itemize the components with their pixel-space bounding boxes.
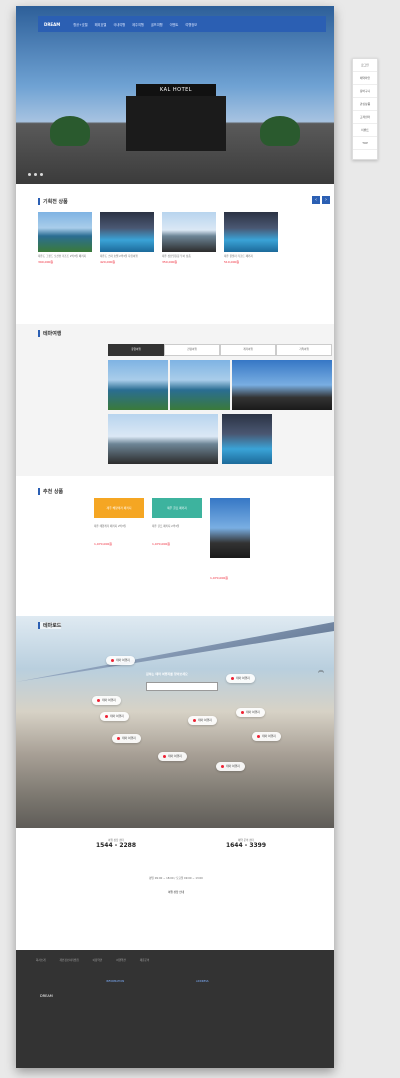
palm-tree-icon [260,116,300,146]
footer-link[interactable]: 여행약관 [116,958,126,962]
nav-item[interactable]: 국내여행 [113,22,125,27]
location-pin[interactable]: 테마 여행지 [236,708,265,717]
nav-item[interactable]: 골프여행 [151,22,163,27]
quick-item[interactable]: 고객센터 [353,111,377,124]
recommend-card[interactable]: 제주 해양레저 패키지 2박3일 1,070,000원 [94,524,144,574]
theme-tile[interactable] [170,360,230,410]
location-pin[interactable]: 테마 여행지 [158,752,187,761]
location-pin[interactable]: 테마 여행지 [188,716,217,725]
contact-phone: 1544 - 2288 [95,842,137,849]
info-title: INFORMATION [106,980,125,983]
product-image [162,212,216,252]
recommended-section: 추천 상품 제주 해양레저 패키지 제주 골프 패키지 제주 해양레저 패키지 … [16,484,334,610]
theme-road-section: 테마로드 원하는 테마 여행지를 찾아보세요 테마 여행지 테마 여행지 테마 … [16,616,334,828]
section-title: 기획전 상품 [38,198,68,205]
product-price: 510,000원 [224,260,240,265]
product-card[interactable]: 제주도 스파 호텔 2박3일 자유여행 420,000원 [100,212,154,264]
top-navigation: DREAM 항공+호텔 해외호텔 국내여행 제주여행 골프여행 이벤트 여행정보 [38,16,326,32]
recommend-image[interactable] [210,498,250,558]
quick-item[interactable]: 로그인 [353,59,377,72]
quick-item[interactable]: 관심상품 [353,98,377,111]
recommend-card[interactable]: 1,070,000원 [210,562,260,592]
footer-link[interactable]: 제휴문의 [140,958,150,962]
site-logo[interactable]: DREAM [44,22,60,27]
scroll-up-icon[interactable]: ︽ [318,668,324,674]
quick-menu: 로그인 예약확인 장바구니 관심상품 고객센터 이벤트 TOP [352,58,378,160]
tab-theme[interactable]: 가족여행 [276,344,332,356]
contact-section: 여행 상담 센터 1544 - 2288 예약 문의 센터 1644 - 339… [16,830,334,950]
recommend-badge: 제주 해양레저 패키지 [94,498,144,518]
location-pin[interactable]: 테마 여행지 [216,762,245,771]
product-desc: 제주 풀빌라 리조트 패키지 [224,255,253,258]
product-image [100,212,154,252]
hotel-sign: KAL HOTEL [136,84,216,96]
location-pin[interactable]: 테마 여행지 [252,732,281,741]
page-sheet: DREAM 항공+호텔 해외호텔 국내여행 제주여행 골프여행 이벤트 여행정보… [16,6,334,1068]
road-search-input[interactable] [146,682,218,691]
product-desc: 제주 성산일출봉 투어 상품 [162,255,191,258]
product-card[interactable]: 제주도 그랜드 오션뷰 리조트 2박3일 패키지 390,000원 [38,212,92,264]
product-price: 350,000원 [162,260,178,265]
theme-travel-section: 테마여행 휴양여행 관광여행 레저여행 가족여행 ︽ [16,324,334,476]
prev-arrow-icon[interactable]: ‹ [312,196,320,204]
product-desc: 제주도 스파 호텔 2박3일 자유여행 [100,255,138,258]
business-hours: 평일 09:00 ~ 18:00 / 토요일 09:00 ~ 13:00 [149,877,203,880]
product-card[interactable]: 제주 성산일출봉 투어 상품 350,000원 [162,212,216,264]
section-title: 추천 상품 [38,488,63,495]
section-title: 테마로드 [38,622,62,629]
theme-tile[interactable] [232,360,332,410]
address-title: ADDRESS [196,980,209,983]
theme-tile[interactable] [108,414,218,464]
location-pin[interactable]: 테마 여행지 [112,734,141,743]
location-pin[interactable]: 테마 여행지 [100,712,129,721]
next-arrow-icon[interactable]: › [322,196,330,204]
footer-logo: DREAM [40,994,53,998]
theme-tile[interactable] [108,360,168,410]
nav-item[interactable]: 제주여행 [132,22,144,27]
footer-link[interactable]: 개인정보처리방침 [60,958,79,962]
recommend-badge: 제주 골프 패키지 [152,498,202,518]
tab-theme[interactable]: 휴양여행 [108,344,164,356]
product-price: 420,000원 [100,260,116,265]
special-products-section: 기획전 상품 ‹ › 제주도 그랜드 오션뷰 리조트 2박3일 패키지 390,… [16,194,334,319]
quick-item[interactable]: TOP [353,137,377,150]
footer-link[interactable]: 회사소개 [36,958,46,962]
product-desc: 제주도 그랜드 오션뷰 리조트 2박3일 패키지 [38,255,86,258]
product-image [38,212,92,252]
nav-item[interactable]: 이벤트 [170,22,179,27]
footer-link[interactable]: 이용약관 [93,958,103,962]
location-pin[interactable]: 테마 여행지 [92,696,121,705]
location-pin[interactable]: 테마 여행지 [226,674,255,683]
product-card[interactable]: 제주 풀빌라 리조트 패키지 510,000원 [224,212,278,264]
palm-tree-icon [50,116,90,146]
product-price: 390,000원 [38,260,54,265]
tab-theme[interactable]: 레저여행 [220,344,276,356]
road-headline: 원하는 테마 여행지를 찾아보세요 [146,672,188,676]
quick-item[interactable]: 이벤트 [353,124,377,137]
nav-item[interactable]: 여행정보 [185,22,197,27]
location-pin[interactable]: 테마 여행지 [106,656,135,665]
nav-item[interactable]: 해외호텔 [95,22,107,27]
hotel-building-image [126,96,226,151]
section-title: 테마여행 [38,330,61,337]
quick-item[interactable]: 예약확인 [353,72,377,85]
hero-banner: DREAM 항공+호텔 해외호텔 국내여행 제주여행 골프여행 이벤트 여행정보… [16,6,334,184]
product-image [224,212,278,252]
tab-theme[interactable]: 관광여행 [164,344,220,356]
theme-tabs: 휴양여행 관광여행 레저여행 가족여행 [108,344,332,356]
quick-item[interactable]: 장바구니 [353,85,377,98]
footer: 회사소개 개인정보처리방침 이용약관 여행약관 제휴문의 DREAM INFOR… [16,950,334,1068]
slide-indicators[interactable] [28,173,43,176]
recommend-card[interactable]: 제주 골프 패키지 2박3일 1,070,000원 [152,524,202,574]
guide-title: 여행 상담 안내 [167,891,185,894]
contact-phone: 1644 - 3399 [225,842,267,849]
theme-tile[interactable] [222,414,272,464]
nav-item[interactable]: 항공+호텔 [73,22,87,27]
